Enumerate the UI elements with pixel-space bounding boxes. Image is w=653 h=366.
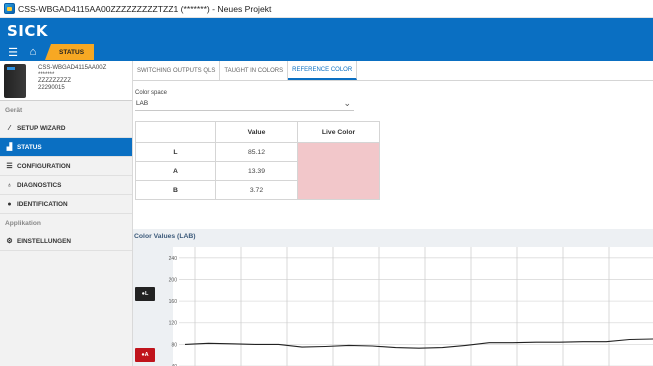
- section-geraet: Gerät: [5, 106, 23, 114]
- y-tick-label: 120: [169, 321, 178, 327]
- legend-toggle-a[interactable]: ● A: [135, 348, 155, 362]
- sliders-icon: ☰: [6, 163, 13, 170]
- main-panel: SWITCHING OUTPUTS QLS TAUGHT IN COLORS R…: [133, 61, 653, 366]
- stethoscope-icon: ♁: [6, 181, 13, 189]
- info-icon: ●: [7, 200, 12, 208]
- row-key: B: [135, 180, 216, 200]
- sidebar-item-label: EINSTELLUNGEN: [17, 237, 71, 245]
- device-serial-mask: *******: [38, 71, 55, 78]
- device-card[interactable]: CSS-WBGAD4115AA00Z ******* ZZZZZZZZZ 222…: [0, 61, 132, 101]
- row-key: A: [135, 161, 216, 181]
- row-value: 13.39: [215, 161, 298, 181]
- sidebar-item-identification[interactable]: ● IDENTIFICATION: [0, 195, 132, 214]
- breadcrumb-status[interactable]: STATUS: [45, 44, 95, 60]
- sidebar-item-diagnostics[interactable]: ♁ DIAGNOSTICS: [0, 176, 132, 195]
- table-header: Live Color: [297, 121, 380, 143]
- sidebar-item-setup-wizard[interactable]: ⁄ SETUP WIZARD: [0, 119, 132, 138]
- lab-values-table: Value Live Color L 85.12 A 13.39 B 3.72: [135, 121, 380, 200]
- tab-taught-in-colors[interactable]: TAUGHT IN COLORS: [220, 61, 289, 80]
- sick-logo: SICK: [7, 21, 49, 40]
- y-tick-label: 80: [171, 342, 177, 348]
- y-tick-label: 160: [169, 299, 178, 305]
- tab-bar: SWITCHING OUTPUTS QLS TAUGHT IN COLORS R…: [133, 61, 653, 81]
- sidebar-item-label: CONFIGURATION: [17, 162, 71, 170]
- brand-bar: SICK: [0, 18, 653, 43]
- wand-icon: ⁄: [8, 124, 11, 132]
- device-type: CSS-WBGAD4115AA00Z: [38, 65, 107, 71]
- table-header: [135, 121, 216, 143]
- menu-icon[interactable]: ☰: [5, 44, 21, 60]
- home-icon[interactable]: ⌂: [25, 44, 41, 60]
- sidebar-item-configuration[interactable]: ☰ CONFIGURATION: [0, 157, 132, 176]
- sidebar-item-label: STATUS: [17, 143, 42, 151]
- sidebar: CSS-WBGAD4115AA00Z ******* ZZZZZZZZZ 222…: [0, 61, 133, 366]
- nav-bar: ☰ ⌂ STATUS: [0, 43, 653, 61]
- chart-plot: 2402001601208040: [169, 247, 653, 366]
- color-space-select[interactable]: LAB ⌄: [135, 97, 354, 111]
- chevron-down-icon: ⌄: [343, 98, 351, 108]
- device-image: [4, 64, 26, 98]
- row-value: 85.12: [215, 142, 298, 162]
- sidebar-item-label: DIAGNOSTICS: [17, 181, 62, 189]
- device-info: CSS-WBGAD4115AA00Z ******* ZZZZZZZZZ 222…: [38, 64, 106, 97]
- color-space-value: LAB: [136, 100, 149, 107]
- y-tick-label: 240: [169, 256, 178, 262]
- legend-label: A: [144, 352, 149, 358]
- chart-icon: ▟: [6, 144, 13, 151]
- sidebar-item-label: IDENTIFICATION: [17, 200, 68, 208]
- color-space-label: Color space: [135, 90, 168, 96]
- row-value: 3.72: [215, 180, 298, 200]
- legend-toggle-l[interactable]: ● L: [135, 287, 155, 301]
- sidebar-item-status[interactable]: ▟ STATUS: [0, 138, 132, 157]
- live-color-swatch: [297, 142, 380, 200]
- table-row: L 85.12: [135, 142, 380, 200]
- window-titlebar: CSS-WBGAD4115AA00ZZZZZZZZZTZZ1 (*******)…: [0, 0, 653, 18]
- sidebar-item-label: SETUP WIZARD: [17, 124, 66, 132]
- device-number: 22290015: [38, 84, 65, 91]
- gears-icon: ⚙: [6, 238, 13, 245]
- section-applikation: Applikation: [5, 219, 41, 227]
- tab-reference-color[interactable]: REFERENCE COLOR: [288, 61, 358, 80]
- table-header: Value: [215, 121, 298, 143]
- chart-title: Color Values (LAB): [134, 233, 196, 240]
- table-header-row: Value Live Color: [135, 121, 380, 143]
- y-tick-label: 200: [169, 277, 178, 283]
- device-code: ZZZZZZZZZ: [38, 78, 71, 85]
- sidebar-item-einstellungen[interactable]: ⚙ EINSTELLUNGEN: [0, 232, 132, 251]
- row-key: L: [135, 142, 216, 162]
- window-title: CSS-WBGAD4115AA00ZZZZZZZZZTZZ1 (*******)…: [18, 3, 272, 14]
- app-icon: [4, 3, 15, 14]
- color-values-chart: Color Values (LAB) 2402001601208040 ●L ●…: [133, 229, 653, 366]
- tab-switching-outputs[interactable]: SWITCHING OUTPUTS QLS: [133, 61, 221, 80]
- legend-label: L: [144, 291, 149, 297]
